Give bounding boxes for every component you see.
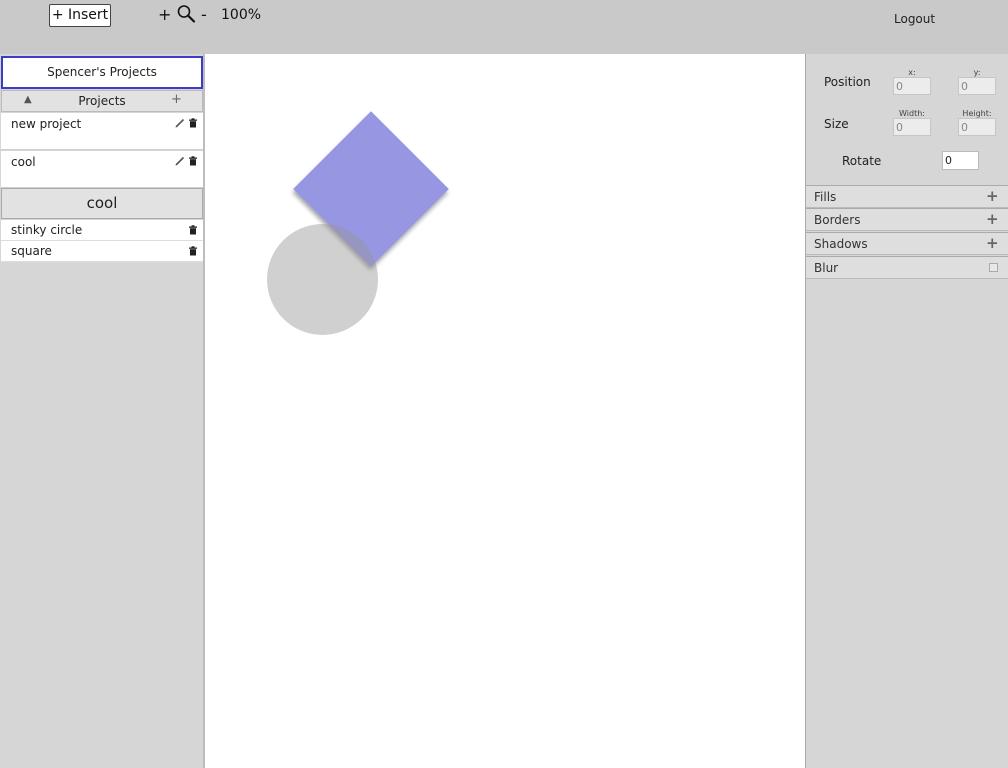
rotate-label: Rotate <box>842 154 882 168</box>
fills-label: Fills <box>814 190 837 204</box>
borders-label: Borders <box>814 213 861 227</box>
width-input[interactable] <box>893 118 931 136</box>
borders-section[interactable]: Borders + <box>806 208 1008 231</box>
left-sidebar: Spencer's Projects ▲ Projects + new proj… <box>0 54 205 768</box>
blur-checkbox[interactable] <box>989 263 998 272</box>
width-label: Width: <box>899 109 925 118</box>
add-border-icon[interactable]: + <box>986 210 999 228</box>
user-projects-title[interactable]: Spencer's Projects <box>1 56 203 89</box>
canvas-circle-shape[interactable] <box>267 224 378 335</box>
current-project-title: cool <box>1 188 203 219</box>
height-input[interactable] <box>958 118 996 136</box>
properties-panel: Position x: y: Size Width: Height: Rotat… <box>805 54 1008 768</box>
shadows-label: Shadows <box>814 237 868 251</box>
layer-item[interactable]: stinky circle <box>1 220 203 241</box>
trash-icon[interactable] <box>188 225 198 235</box>
x-label: x: <box>908 68 916 77</box>
add-fill-icon[interactable]: + <box>986 187 999 205</box>
add-project-button[interactable]: + <box>171 92 182 107</box>
zoom-level: 100% <box>221 7 262 23</box>
blur-label: Blur <box>814 261 839 275</box>
position-label: Position <box>824 75 871 89</box>
shadows-section[interactable]: Shadows + <box>806 232 1008 255</box>
position-x-input[interactable] <box>893 77 931 95</box>
add-shadow-icon[interactable]: + <box>986 234 999 252</box>
projects-header: ▲ Projects + <box>1 90 203 112</box>
position-y-input[interactable] <box>958 77 996 95</box>
pencil-icon[interactable] <box>175 156 185 166</box>
insert-button[interactable]: + Insert <box>49 4 111 27</box>
layer-name: square <box>11 244 52 258</box>
blur-section[interactable]: Blur <box>806 256 1008 279</box>
rotate-input[interactable] <box>942 151 979 170</box>
layer-item[interactable]: square <box>1 241 203 262</box>
height-label: Height: <box>962 109 992 118</box>
trash-icon[interactable] <box>188 118 198 128</box>
project-name: new project <box>11 117 82 131</box>
zoom-out-button[interactable]: - <box>201 5 207 24</box>
layer-name: stinky circle <box>11 223 83 237</box>
trash-icon[interactable] <box>188 156 198 166</box>
design-canvas[interactable] <box>205 54 805 768</box>
fills-section[interactable]: Fills + <box>806 185 1008 208</box>
y-label: y: <box>973 68 981 77</box>
size-label: Size <box>824 117 849 131</box>
magnifier-icon[interactable] <box>176 4 196 24</box>
logout-link[interactable]: Logout <box>894 12 935 26</box>
pencil-icon[interactable] <box>175 118 185 128</box>
project-item[interactable]: new project <box>1 113 203 150</box>
project-item[interactable]: cool <box>1 151 203 188</box>
zoom-in-button[interactable]: + <box>158 5 171 24</box>
project-name: cool <box>11 155 36 169</box>
trash-icon[interactable] <box>188 246 198 256</box>
top-toolbar: + Insert + - 100% Logout <box>0 0 1008 54</box>
